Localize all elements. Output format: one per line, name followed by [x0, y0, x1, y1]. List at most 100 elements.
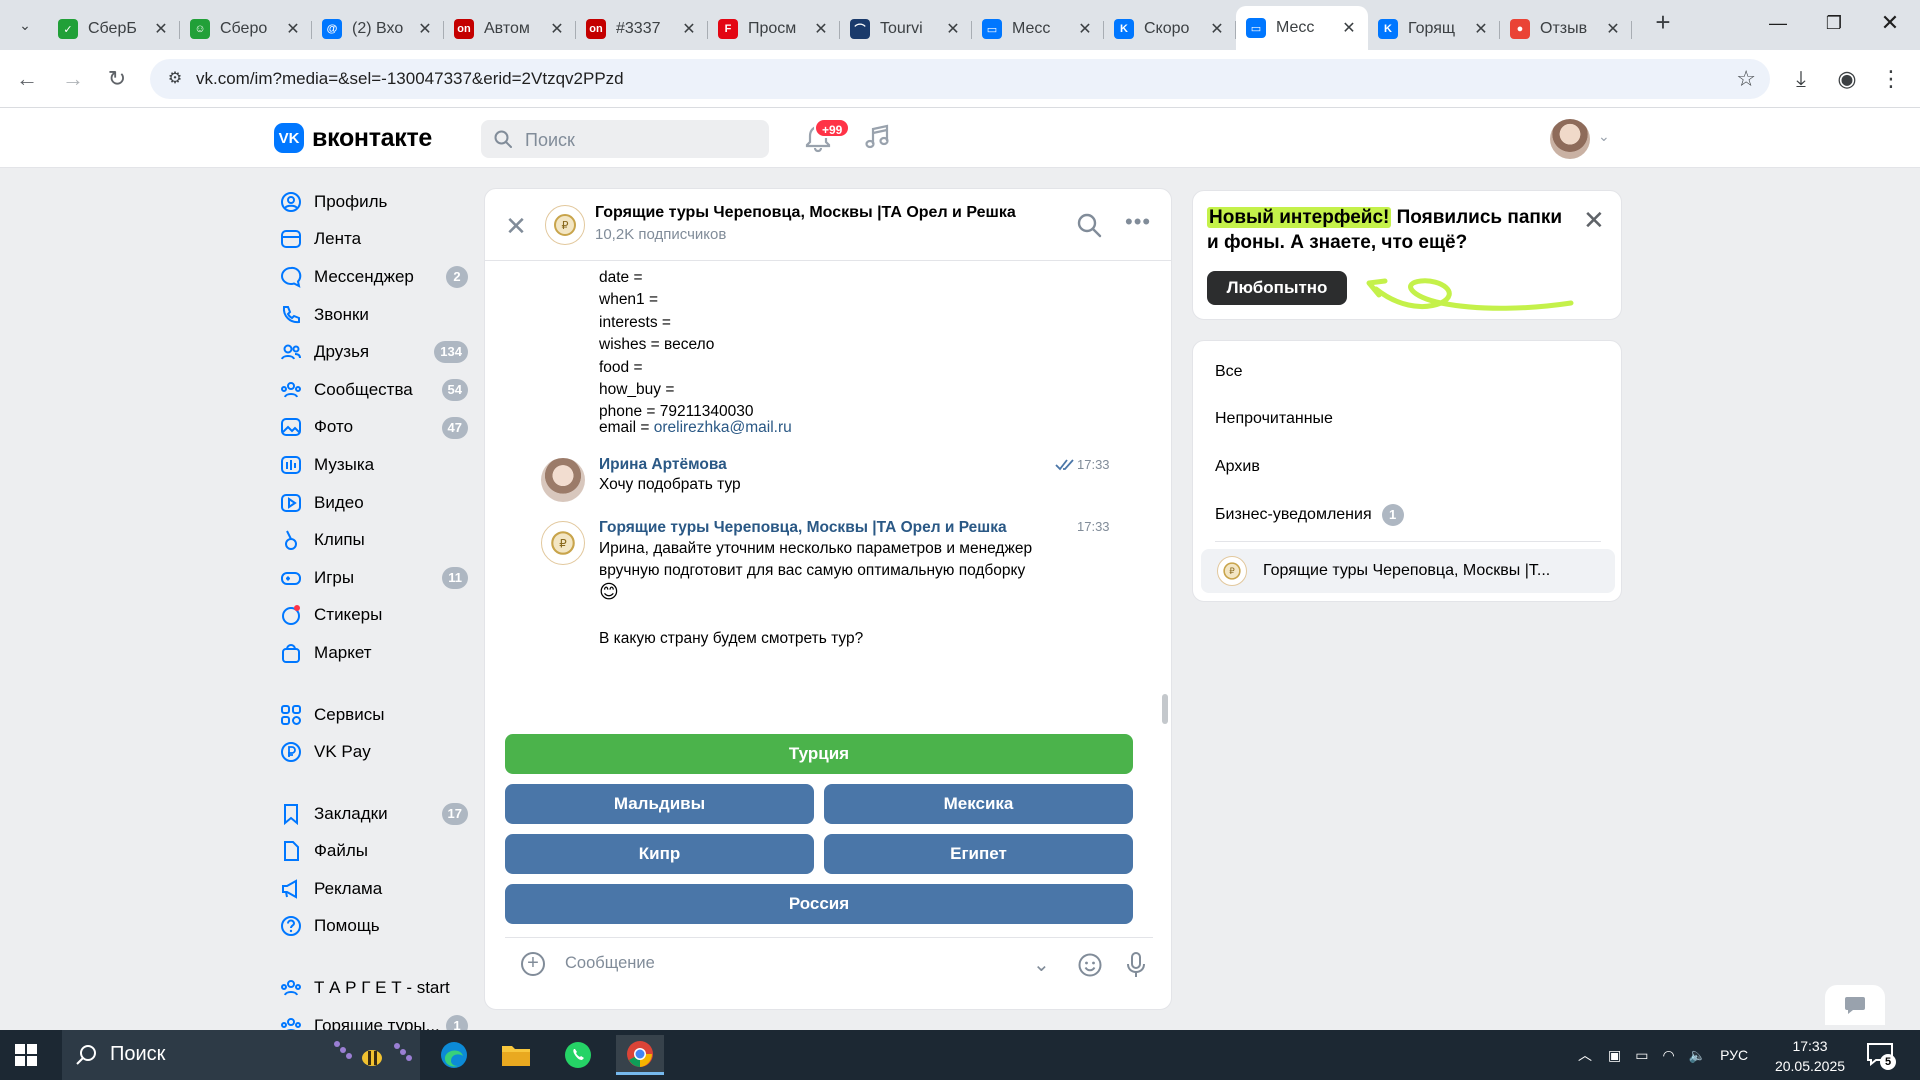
keyboard-button-cyprus[interactable]: Кипр: [505, 834, 814, 874]
email-link[interactable]: orelirezhka@mail.ru: [654, 419, 792, 436]
forward-button[interactable]: →: [56, 62, 90, 96]
folder-all[interactable]: Все: [1215, 363, 1243, 381]
sidebar-item[interactable]: Сервисы: [274, 696, 474, 734]
tab-close-icon[interactable]: ✕: [812, 19, 830, 39]
close-promo-button[interactable]: ✕: [1583, 205, 1605, 236]
sidebar-item[interactable]: Мессенджер 2: [274, 258, 474, 296]
sidebar-item[interactable]: Фото 47: [274, 409, 474, 447]
microphone-icon[interactable]: [1123, 951, 1149, 979]
tab-close-icon[interactable]: ✕: [416, 19, 434, 39]
close-window-button[interactable]: ✕: [1862, 0, 1918, 46]
folder-archive[interactable]: Архив: [1215, 458, 1260, 476]
download-icon[interactable]: ⤓: [1784, 62, 1818, 96]
browser-tab[interactable]: ▭ Месс ✕: [1236, 6, 1368, 50]
sidebar-item[interactable]: VK Pay: [274, 733, 474, 771]
browser-tab[interactable]: @ (2) Вхо ✕: [312, 10, 444, 48]
search-icon[interactable]: [1075, 211, 1103, 239]
attach-plus-icon[interactable]: +: [521, 952, 545, 976]
bookmark-star-icon[interactable]: ☆: [1736, 66, 1756, 92]
sidebar-item[interactable]: Файлы: [274, 833, 474, 871]
browser-tab[interactable]: ⌒ Tourvi ✕: [840, 10, 972, 48]
new-tab-button[interactable]: +: [1650, 9, 1676, 36]
tab-close-icon[interactable]: ✕: [1472, 19, 1490, 39]
tab-close-icon[interactable]: ✕: [1604, 19, 1622, 39]
sidebar-item[interactable]: Маркет: [274, 634, 474, 672]
browser-tab[interactable]: on #3337 ✕: [576, 10, 708, 48]
sidebar-item[interactable]: Закладки 17: [274, 795, 474, 833]
chat-title[interactable]: Горящие туры Череповца, Москвы |ТА Орел …: [595, 204, 1016, 222]
tab-close-icon[interactable]: ✕: [1340, 18, 1358, 38]
group-avatar[interactable]: ₽: [541, 521, 585, 565]
sidebar-item[interactable]: Реклама: [274, 870, 474, 908]
keyboard-button-egypt[interactable]: Египет: [824, 834, 1133, 874]
tab-close-icon[interactable]: ✕: [152, 19, 170, 39]
sidebar-item[interactable]: Профиль: [274, 183, 474, 221]
minimize-button[interactable]: —: [1750, 0, 1806, 46]
tray-chevron-icon[interactable]: ︿: [1578, 1045, 1592, 1065]
browser-tab[interactable]: ✓ СберБ ✕: [48, 10, 180, 48]
message-author[interactable]: Горящие туры Череповца, Москвы |ТА Орел …: [599, 519, 1007, 537]
battery-icon[interactable]: ▭: [1635, 1047, 1648, 1064]
taskbar-search[interactable]: Поиск: [62, 1030, 420, 1080]
sidebar-item[interactable]: Стикеры: [274, 597, 474, 635]
sidebar-item[interactable]: Видео: [274, 484, 474, 522]
reload-button[interactable]: ↻: [100, 62, 134, 96]
sidebar-item[interactable]: Музыка: [274, 446, 474, 484]
address-bar[interactable]: ⚙ vk.com/im?media=&sel=-130047337&erid=2…: [150, 59, 1770, 99]
browser-tab[interactable]: K Скоро ✕: [1104, 10, 1236, 48]
browser-tab[interactable]: F Просм ✕: [708, 10, 840, 48]
keyboard-button-russia[interactable]: Россия: [505, 884, 1133, 924]
sidebar-item[interactable]: Друзья 134: [274, 333, 474, 371]
folder-unread[interactable]: Непрочитанные: [1215, 410, 1333, 428]
meet-now-icon[interactable]: ▣: [1608, 1047, 1621, 1064]
taskbar-chrome[interactable]: [616, 1035, 664, 1075]
tab-close-icon[interactable]: ✕: [680, 19, 698, 39]
browser-menu-icon[interactable]: ⋮: [1874, 62, 1908, 96]
url-text[interactable]: vk.com/im?media=&sel=-130047337&erid=2Vt…: [196, 69, 624, 89]
browser-tab[interactable]: on Автом ✕: [444, 10, 576, 48]
sidebar-item[interactable]: Лента: [274, 221, 474, 259]
search-input[interactable]: Поиск: [481, 120, 769, 158]
sidebar-item[interactable]: Сообщества 54: [274, 371, 474, 409]
emoji-icon[interactable]: [1077, 952, 1103, 978]
pinned-chat-item[interactable]: ₽ Горящие туры Череповца, Москвы |Т...: [1201, 549, 1615, 593]
back-button[interactable]: ←: [10, 62, 44, 96]
message-author[interactable]: Ирина Артёмова: [599, 456, 727, 474]
folder-business[interactable]: Бизнес-уведомления 1: [1215, 504, 1404, 526]
group-avatar[interactable]: ₽: [545, 205, 585, 245]
music-player-icon[interactable]: [862, 122, 892, 152]
tab-search-button[interactable]: ⌄: [8, 10, 42, 40]
browser-tab[interactable]: ☺ Сберо ✕: [180, 10, 312, 48]
more-options-icon[interactable]: •••: [1125, 209, 1151, 235]
browser-tab[interactable]: K Горящ ✕: [1368, 10, 1500, 48]
tab-close-icon[interactable]: ✕: [944, 19, 962, 39]
browser-tab[interactable]: ▭ Месс ✕: [972, 10, 1104, 48]
restore-button[interactable]: ❐: [1806, 0, 1862, 46]
tab-close-icon[interactable]: ✕: [548, 19, 566, 39]
wifi-icon[interactable]: ◠: [1662, 1047, 1674, 1064]
vk-logo[interactable]: VK вконтакте: [274, 123, 432, 153]
chevron-down-icon[interactable]: ⌄: [1598, 128, 1610, 145]
language-indicator[interactable]: РУС: [1720, 1047, 1748, 1063]
volume-icon[interactable]: 🔈: [1689, 1047, 1706, 1064]
chat-scrollbar[interactable]: [1162, 694, 1168, 724]
browser-tab[interactable]: ● Отзыв ✕: [1500, 10, 1632, 48]
taskbar-edge[interactable]: [430, 1035, 478, 1075]
message-input[interactable]: Сообщение: [565, 954, 655, 973]
tab-close-icon[interactable]: ✕: [1076, 19, 1094, 39]
keyboard-toggle-chevron-icon[interactable]: ⌄: [1033, 952, 1050, 977]
keyboard-button-turkey[interactable]: Турция: [505, 734, 1133, 774]
taskbar-whatsapp[interactable]: [554, 1035, 602, 1075]
keyboard-button-mexico[interactable]: Мексика: [824, 784, 1133, 824]
curious-button[interactable]: Любопытно: [1207, 271, 1347, 305]
sidebar-item[interactable]: Клипы: [274, 521, 474, 559]
site-info-icon[interactable]: ⚙: [164, 68, 186, 90]
sidebar-item[interactable]: Помощь: [274, 908, 474, 946]
avatar[interactable]: [541, 458, 585, 502]
taskbar-explorer[interactable]: [492, 1035, 540, 1075]
profile-icon[interactable]: ◉: [1830, 62, 1864, 96]
user-avatar[interactable]: [1550, 119, 1590, 159]
tab-close-icon[interactable]: ✕: [1208, 19, 1226, 39]
sidebar-item[interactable]: Игры 11: [274, 559, 474, 597]
taskbar-clock[interactable]: 17:33 20.05.2025: [1760, 1036, 1860, 1076]
